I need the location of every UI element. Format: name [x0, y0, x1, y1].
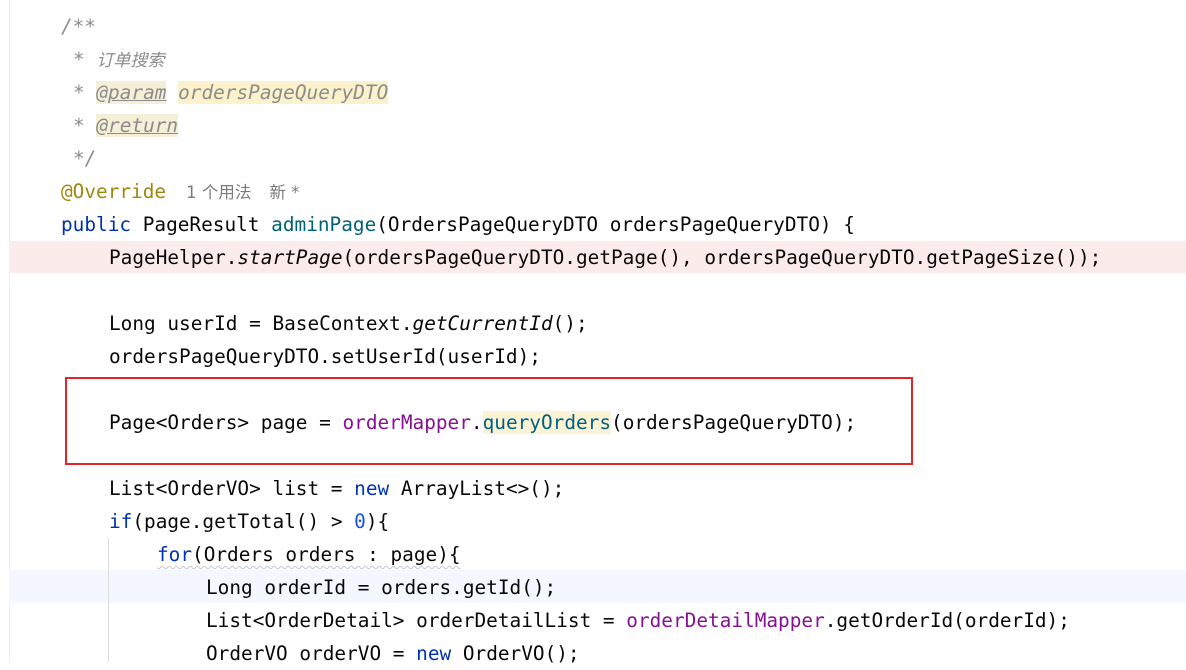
comment-star: * — [73, 48, 85, 71]
orderdetail-declaration: List<OrderDetail> orderDetailList = — [206, 609, 627, 632]
if-tail: ){ — [365, 510, 390, 533]
code-line-orderid[interactable]: Long orderId = orders.getId(); — [206, 571, 556, 604]
getorderid-call: .getOrderId(orderId); — [824, 609, 1070, 632]
method-name: adminPage — [271, 213, 377, 236]
keyword-public: public — [61, 213, 132, 236]
code-line-list[interactable]: List<OrderVO> list = new ArrayList<>(); — [109, 472, 564, 505]
doc-comment-open: /** — [61, 15, 97, 38]
code-line-ordervo[interactable]: OrderVO orderVO = new OrderVO(); — [206, 637, 580, 670]
return-type: PageResult — [142, 213, 260, 236]
caret-line-highlight — [9, 570, 1186, 603]
code-line-for[interactable]: for(Orders orders : page){ — [157, 538, 461, 571]
code-line-pagehelper[interactable]: PageHelper.startPage(ordersPageQueryDTO.… — [109, 241, 1101, 274]
for-statement: for(Orders orders : page){ — [157, 543, 461, 566]
doc-comment-description: 订单搜索 — [96, 51, 165, 71]
method-signature-line[interactable]: public PageResult adminPage(OrdersPageQu… — [61, 208, 855, 241]
code-line-if[interactable]: if(page.getTotal() > 0){ — [109, 505, 389, 538]
gutter-separator — [9, 0, 10, 662]
pagehelper-args: (ordersPageQueryDTO.getPage(), ordersPag… — [342, 246, 1102, 269]
param-tag[interactable]: @param — [96, 81, 167, 104]
return-tag[interactable]: @return — [96, 114, 179, 137]
override-annotation[interactable]: @Override — [61, 180, 166, 203]
number-literal: 0 — [354, 510, 366, 533]
startpage-method: startPage — [237, 246, 343, 269]
userid-declaration: Long userId = BaseContext. — [109, 312, 413, 335]
method-params: (OrdersPageQueryDTO ordersPageQueryDTO) … — [376, 213, 855, 236]
code-line-userid[interactable]: Long userId = BaseContext.getCurrentId()… — [109, 307, 588, 340]
comment-star: * — [73, 81, 85, 104]
userid-tail: (); — [552, 312, 588, 335]
keyword-for: for — [157, 543, 193, 566]
usages-inlay-hint[interactable]: 1 个用法 — [186, 183, 251, 202]
doc-comment-return-line: * @return — [73, 109, 179, 142]
doc-comment-close: */ — [73, 147, 97, 170]
pagehelper-class: PageHelper. — [109, 246, 238, 269]
highlight-annotation-box — [65, 377, 913, 465]
orderdetailmapper-field: orderDetailMapper — [626, 609, 825, 632]
author-inlay-hint[interactable]: 新 * — [269, 183, 299, 202]
for-header: (Orders orders : page){ — [192, 543, 461, 566]
comment-star: * — [73, 114, 85, 137]
doc-comment-description-line: * 订单搜索 — [73, 43, 164, 76]
indent-guide — [108, 538, 109, 662]
param-name[interactable]: ordersPageQueryDTO — [178, 81, 389, 104]
keyword-new: new — [354, 477, 390, 500]
if-condition: (page.getTotal() > — [132, 510, 355, 533]
getcurrentid-method: getCurrentId — [412, 312, 553, 335]
list-declaration: List<OrderVO> list = — [109, 477, 355, 500]
code-line-orderdetail[interactable]: List<OrderDetail> orderDetailList = orde… — [206, 604, 1070, 637]
annotation-line: @Override 1 个用法新 * — [61, 175, 299, 208]
code-line-setuserid[interactable]: ordersPageQueryDTO.setUserId(userId); — [109, 340, 541, 373]
arraylist-construct: ArrayList<>(); — [389, 477, 565, 500]
doc-comment-param-line: * @param ordersPageQueryDTO — [73, 76, 389, 109]
keyword-if: if — [109, 510, 133, 533]
